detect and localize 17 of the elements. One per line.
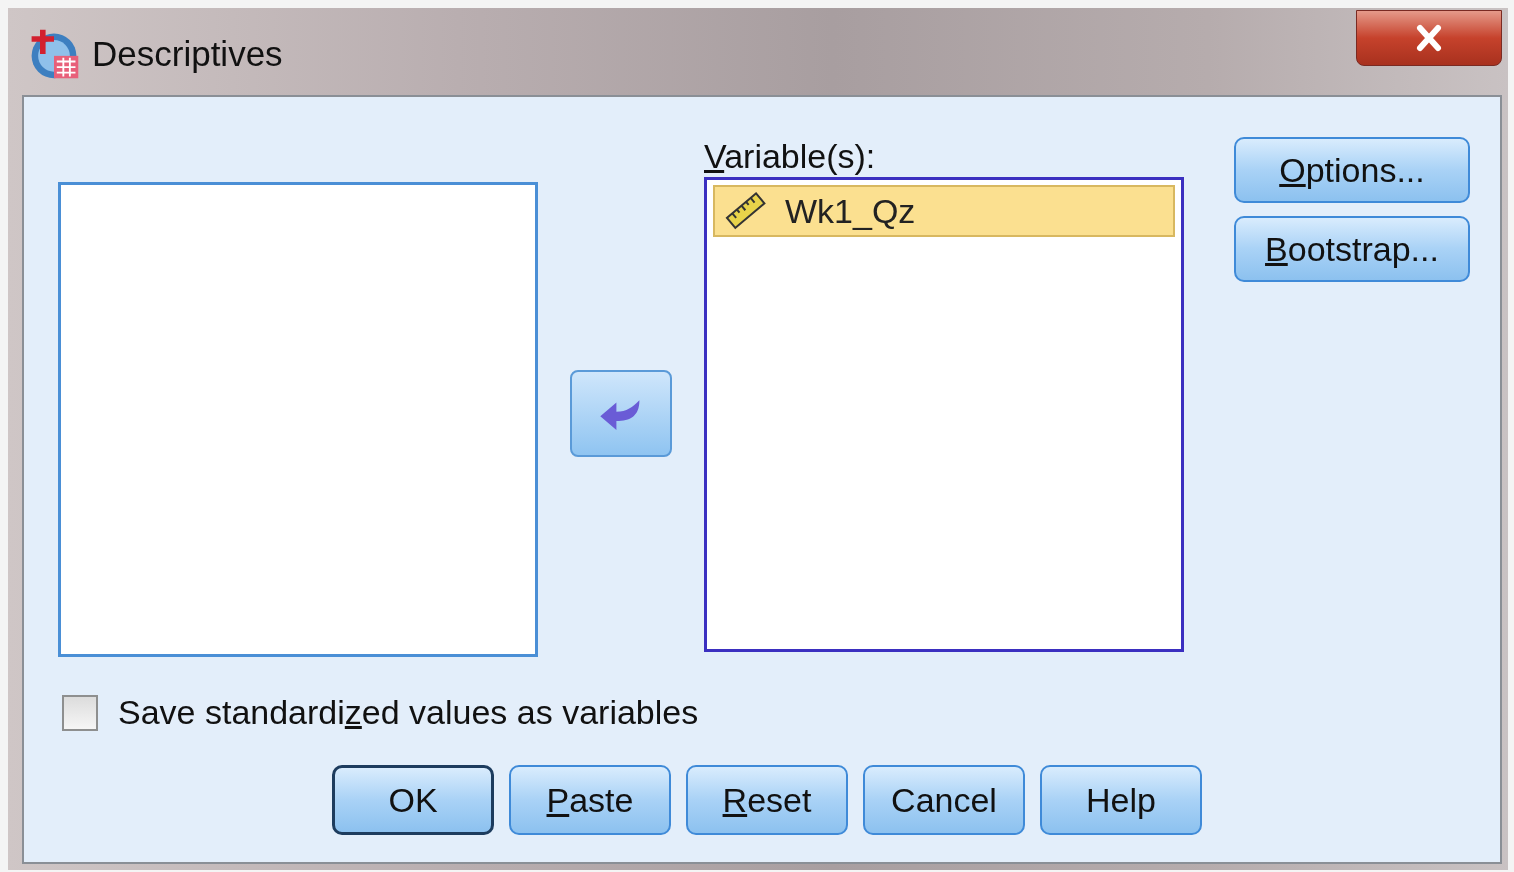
window-title: Descriptives bbox=[92, 34, 283, 74]
dialog-button[interactable]: Help bbox=[1040, 765, 1202, 835]
dialog-button[interactable]: OK bbox=[332, 765, 494, 835]
source-variable-list[interactable] bbox=[58, 182, 538, 657]
dialog-button[interactable]: Options... bbox=[1234, 137, 1470, 203]
checkbox-label: Save standardized values as variables bbox=[118, 693, 699, 732]
dialog-button[interactable]: Bootstrap... bbox=[1234, 216, 1470, 282]
dialog-button[interactable]: Paste bbox=[509, 765, 671, 835]
dialog-button[interactable]: Cancel bbox=[863, 765, 1025, 835]
variables-list[interactable]: Wk1_Qz bbox=[704, 177, 1184, 652]
dialog-button[interactable]: Reset bbox=[686, 765, 848, 835]
move-button[interactable] bbox=[570, 370, 672, 457]
close-button[interactable] bbox=[1356, 10, 1502, 66]
checkbox[interactable] bbox=[62, 694, 98, 731]
variables-label: Variable(s): bbox=[704, 137, 877, 177]
variable-name: Wk1_Qz bbox=[785, 191, 916, 231]
variable-item[interactable]: Wk1_Qz bbox=[713, 185, 1175, 237]
